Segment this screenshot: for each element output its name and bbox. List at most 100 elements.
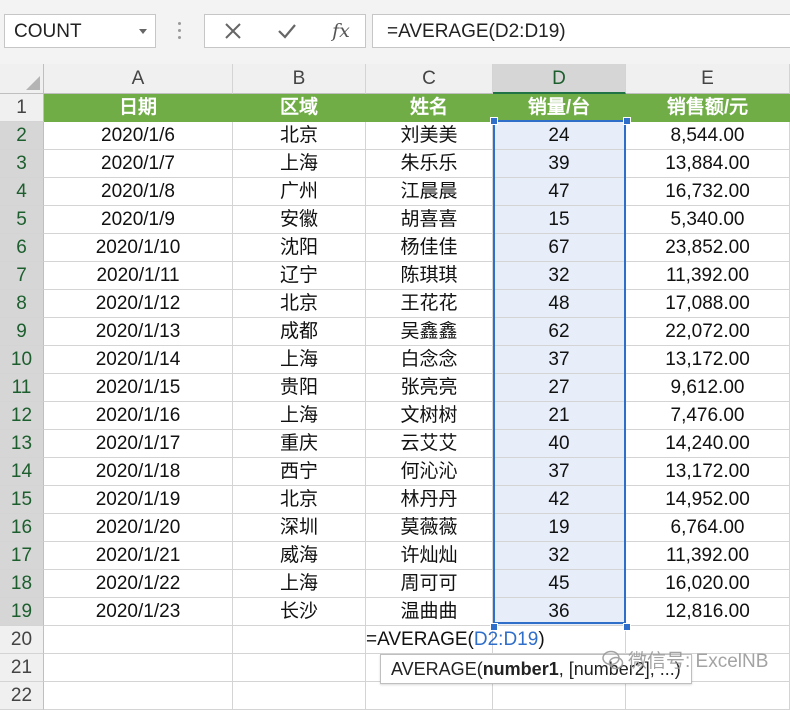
table-cell[interactable]: 32 [493,262,626,290]
row-header-12[interactable]: 12 [0,402,44,430]
table-cell[interactable]: 朱乐乐 [366,150,493,178]
table-cell[interactable] [233,682,366,710]
table-cell[interactable]: 2020/1/9 [44,206,233,234]
table-cell[interactable]: 39 [493,150,626,178]
row-header-1[interactable]: 1 [0,94,44,122]
table-cell[interactable]: 13,172.00 [626,346,790,374]
formula-input[interactable]: =AVERAGE(D2:D19) [372,14,790,48]
table-cell[interactable]: 22,072.00 [626,318,790,346]
table-cell[interactable]: 48 [493,290,626,318]
table-header-cell[interactable]: 区域 [233,94,366,122]
table-cell[interactable]: 2020/1/21 [44,542,233,570]
row-header-7[interactable]: 7 [0,262,44,290]
table-cell[interactable]: 2020/1/16 [44,402,233,430]
table-cell[interactable]: 32 [493,542,626,570]
table-cell[interactable]: 北京 [233,486,366,514]
table-cell[interactable]: 西宁 [233,458,366,486]
table-cell[interactable]: 江晨晨 [366,178,493,206]
table-cell[interactable]: 2020/1/22 [44,570,233,598]
row-header-22[interactable]: 22 [0,682,44,710]
row-header-2[interactable]: 2 [0,122,44,150]
table-cell[interactable]: 8,544.00 [626,122,790,150]
selection-handle[interactable] [490,117,498,125]
table-header-cell[interactable]: 销售额/元 [626,94,790,122]
table-cell[interactable]: 16,732.00 [626,178,790,206]
column-header-e[interactable]: E [626,64,790,94]
table-cell[interactable]: 文树树 [366,402,493,430]
table-cell[interactable]: 2020/1/7 [44,150,233,178]
table-cell[interactable]: 上海 [233,150,366,178]
table-cell[interactable]: 19 [493,514,626,542]
row-header-21[interactable]: 21 [0,654,44,682]
table-cell[interactable]: 云艾艾 [366,430,493,458]
spreadsheet-grid[interactable]: A B C D E 1 日期 区域 姓名 销量/台 销售额/元 2 2020/1/6 北京 刘美美 24 8,5… [0,64,790,710]
table-cell[interactable]: 2020/1/12 [44,290,233,318]
row-header-13[interactable]: 13 [0,430,44,458]
row-header-19[interactable]: 19 [0,598,44,626]
drag-handle-icon[interactable] [178,22,182,42]
row-header-20[interactable]: 20 [0,626,44,654]
table-cell[interactable] [233,654,366,682]
table-cell[interactable]: 42 [493,486,626,514]
table-cell[interactable]: 2020/1/19 [44,486,233,514]
table-cell[interactable]: 重庆 [233,430,366,458]
table-cell[interactable]: 威海 [233,542,366,570]
table-cell[interactable] [233,626,366,654]
table-cell[interactable]: 刘美美 [366,122,493,150]
table-cell[interactable]: 13,172.00 [626,458,790,486]
table-cell[interactable]: 36 [493,598,626,626]
row-header-16[interactable]: 16 [0,514,44,542]
table-cell[interactable]: 北京 [233,290,366,318]
table-cell[interactable]: 陈琪琪 [366,262,493,290]
table-cell[interactable]: 40 [493,430,626,458]
table-cell[interactable]: 王花花 [366,290,493,318]
row-header-5[interactable]: 5 [0,206,44,234]
table-cell[interactable]: 6,764.00 [626,514,790,542]
column-header-c[interactable]: C [366,64,493,94]
table-cell[interactable]: 2020/1/20 [44,514,233,542]
table-cell[interactable] [366,682,493,710]
table-cell[interactable]: 15 [493,206,626,234]
table-cell[interactable]: 长沙 [233,598,366,626]
table-cell[interactable]: 上海 [233,570,366,598]
selection-handle[interactable] [623,623,631,631]
table-cell[interactable]: 上海 [233,346,366,374]
table-cell[interactable]: 12,816.00 [626,598,790,626]
table-cell[interactable]: 张亮亮 [366,374,493,402]
table-header-cell[interactable]: 姓名 [366,94,493,122]
table-cell[interactable]: 2020/1/8 [44,178,233,206]
table-cell[interactable]: 23,852.00 [626,234,790,262]
table-cell[interactable]: 安徽 [233,206,366,234]
column-header-b[interactable]: B [233,64,366,94]
row-header-18[interactable]: 18 [0,570,44,598]
table-cell[interactable]: 45 [493,570,626,598]
name-box[interactable]: COUNT [4,14,156,48]
column-header-d[interactable]: D [493,64,626,94]
close-icon[interactable] [213,18,253,44]
table-cell[interactable] [44,626,233,654]
row-header-14[interactable]: 14 [0,458,44,486]
selection-handle[interactable] [623,117,631,125]
row-header-17[interactable]: 17 [0,542,44,570]
chevron-down-icon[interactable] [139,29,147,34]
table-header-cell[interactable]: 销量/台 [493,94,626,122]
table-cell[interactable]: 27 [493,374,626,402]
table-cell[interactable]: 9,612.00 [626,374,790,402]
table-cell[interactable]: 2020/1/17 [44,430,233,458]
table-cell[interactable]: 2020/1/6 [44,122,233,150]
table-cell[interactable]: 14,952.00 [626,486,790,514]
row-header-3[interactable]: 3 [0,150,44,178]
table-cell[interactable]: 贵阳 [233,374,366,402]
table-cell[interactable]: 北京 [233,122,366,150]
table-cell[interactable] [44,682,233,710]
table-cell[interactable]: 白念念 [366,346,493,374]
table-cell[interactable]: 林丹丹 [366,486,493,514]
row-header-15[interactable]: 15 [0,486,44,514]
table-cell[interactable]: 2020/1/13 [44,318,233,346]
check-icon[interactable] [267,18,307,44]
table-cell[interactable]: 深圳 [233,514,366,542]
row-header-8[interactable]: 8 [0,290,44,318]
table-cell[interactable]: 吴鑫鑫 [366,318,493,346]
table-cell[interactable]: 21 [493,402,626,430]
table-cell[interactable] [493,682,626,710]
